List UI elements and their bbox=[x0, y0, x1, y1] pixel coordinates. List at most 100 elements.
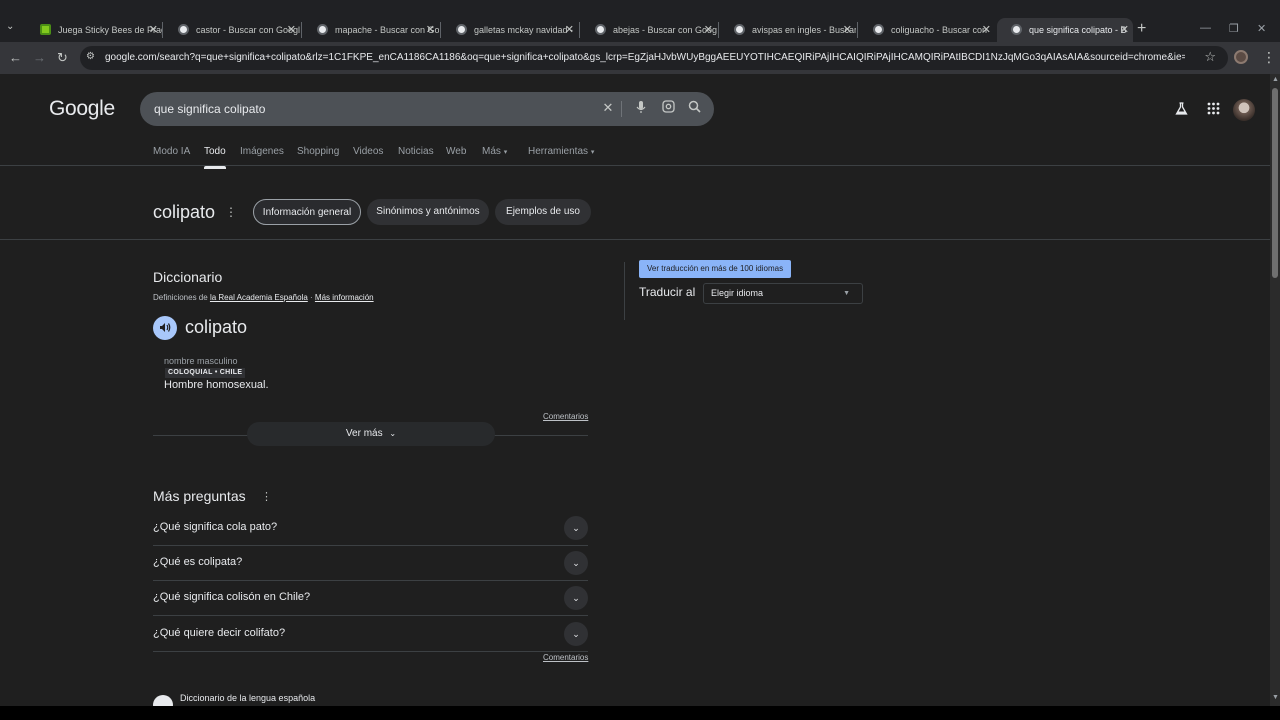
chip-ejemplos[interactable]: Ejemplos de uso bbox=[495, 199, 591, 225]
more-info-link[interactable]: Más información bbox=[315, 293, 374, 302]
apps-grid-icon[interactable] bbox=[1207, 102, 1220, 118]
browser-tab-active[interactable]: que significa colipato - B ✕ bbox=[997, 18, 1133, 42]
browser-tab[interactable]: coliguacho - Buscar con ✕ bbox=[859, 18, 995, 42]
google-favicon-icon bbox=[1011, 24, 1022, 35]
browser-tab[interactable]: avispas en ingles - Buscar ✕ bbox=[720, 18, 856, 42]
tab-noticias[interactable]: Noticias bbox=[398, 146, 434, 157]
dictionary-source: Definiciones de la Real Academia Español… bbox=[153, 293, 374, 302]
chevron-down-icon[interactable]: ⌄ bbox=[564, 622, 588, 646]
minimize-icon[interactable]: — bbox=[1200, 22, 1211, 34]
clear-icon[interactable]: ✕ bbox=[600, 100, 616, 116]
browser-toolbar: ← → ↻ ⚙ google.com/search?q=que+signific… bbox=[0, 42, 1280, 74]
reload-icon[interactable]: ↻ bbox=[57, 50, 68, 66]
close-tab-icon[interactable]: ✕ bbox=[565, 18, 574, 42]
tab-mas[interactable]: Más ▾ bbox=[482, 146, 507, 157]
browser-tab[interactable]: Juega Sticky Bees de Prag ✕ bbox=[26, 18, 162, 42]
paa-question[interactable]: ¿Qué quiere decir colifato? ⌄ bbox=[153, 617, 588, 652]
translate-badge[interactable]: Ver traducción en más de 100 idiomas bbox=[639, 260, 792, 278]
part-of-speech: nombre masculino bbox=[164, 356, 238, 366]
paa-options-icon[interactable]: ⋮ bbox=[261, 490, 272, 503]
google-logo[interactable]: Google bbox=[49, 97, 115, 121]
tab-videos[interactable]: Videos bbox=[353, 146, 383, 157]
account-avatar[interactable] bbox=[1233, 99, 1255, 121]
microphone-icon[interactable] bbox=[633, 100, 649, 117]
close-tab-icon[interactable]: ✕ bbox=[843, 18, 852, 42]
sticky-bees-favicon-icon bbox=[40, 24, 51, 35]
scroll-up-icon[interactable]: ▲ bbox=[1272, 76, 1279, 83]
close-tab-icon[interactable]: ✕ bbox=[149, 18, 158, 42]
search-box[interactable]: que significa colipato ✕ bbox=[140, 92, 714, 126]
close-tab-icon[interactable]: ✕ bbox=[287, 18, 296, 42]
tab-shopping[interactable]: Shopping bbox=[297, 146, 339, 157]
restore-icon[interactable]: ❐ bbox=[1229, 22, 1239, 35]
site-info-icon[interactable]: ⚙ bbox=[86, 51, 98, 63]
see-more-button[interactable]: Ver más ⌄ bbox=[247, 422, 495, 446]
scroll-down-icon[interactable]: ▼ bbox=[1272, 694, 1279, 701]
google-favicon-icon bbox=[595, 24, 606, 35]
close-tab-icon[interactable]: ✕ bbox=[1120, 18, 1129, 42]
chevron-down-icon[interactable]: ⌄ bbox=[564, 516, 588, 540]
tab-herramientas[interactable]: Herramientas ▾ bbox=[528, 146, 594, 157]
tab-search-icon[interactable]: ⌄ bbox=[6, 21, 20, 35]
lens-camera-icon[interactable] bbox=[660, 100, 676, 116]
result-source-title[interactable]: Diccionario de la lengua española bbox=[180, 693, 315, 703]
bookmark-star-icon[interactable]: ☆ bbox=[1204, 49, 1216, 65]
tab-imagenes[interactable]: Imágenes bbox=[240, 146, 284, 157]
back-icon[interactable]: ← bbox=[9, 50, 22, 65]
paa-question[interactable]: ¿Qué significa colisón en Chile? ⌄ bbox=[153, 581, 588, 616]
url-text[interactable]: google.com/search?q=que+significa+colipa… bbox=[105, 46, 1185, 70]
caret-down-icon: ▾ bbox=[590, 149, 595, 156]
google-favicon-icon bbox=[178, 24, 189, 35]
close-window-icon[interactable]: ✕ bbox=[1257, 22, 1266, 35]
browser-menu-icon[interactable]: ⋮ bbox=[1262, 49, 1276, 66]
separator-dot: · bbox=[310, 293, 313, 302]
more-options-icon[interactable]: ⋮ bbox=[225, 205, 237, 219]
tab-web[interactable]: Web bbox=[446, 146, 466, 157]
caret-down-icon: ▼ bbox=[843, 290, 850, 297]
tab-herramientas-label: Herramientas bbox=[528, 146, 589, 157]
dictionary-heading: Diccionario bbox=[153, 269, 223, 285]
language-select-value: Elegir idioma bbox=[711, 288, 764, 298]
close-tab-icon[interactable]: ✕ bbox=[704, 18, 713, 42]
dictionary-comments-link[interactable]: Comentarios bbox=[543, 412, 588, 421]
chevron-down-icon[interactable]: ⌄ bbox=[564, 586, 588, 610]
caret-down-icon: ▾ bbox=[503, 149, 508, 156]
browser-tab[interactable]: castor - Buscar con Googl ✕ bbox=[164, 18, 300, 42]
tab-title: mapache - Buscar con Go bbox=[335, 25, 439, 35]
tab-title: galletas mckay navidad - bbox=[474, 25, 574, 35]
paa-question[interactable]: ¿Qué significa cola pato? ⌄ bbox=[153, 511, 588, 546]
address-bar[interactable]: ⚙ google.com/search?q=que+significa+coli… bbox=[80, 46, 1228, 70]
close-tab-icon[interactable]: ✕ bbox=[982, 18, 991, 42]
rae-link[interactable]: la Real Academia Española bbox=[210, 293, 308, 302]
paa-comments-link[interactable]: Comentarios bbox=[543, 653, 588, 662]
search-divider bbox=[621, 101, 622, 117]
chip-informacion-general[interactable]: Información general bbox=[253, 199, 361, 225]
chevron-down-icon[interactable]: ⌄ bbox=[564, 551, 588, 575]
chips-divider bbox=[0, 239, 1270, 240]
search-icon[interactable] bbox=[686, 100, 702, 116]
speaker-icon[interactable] bbox=[153, 316, 177, 340]
new-tab-icon[interactable]: + bbox=[1137, 20, 1146, 38]
knowledge-panel-title: colipato bbox=[153, 202, 216, 222]
profile-avatar-icon[interactable] bbox=[1234, 50, 1248, 64]
browser-tab[interactable]: galletas mckay navidad - ✕ bbox=[442, 18, 578, 42]
scrollbar-thumb[interactable] bbox=[1272, 88, 1278, 278]
paa-question[interactable]: ¿Qué es colipata? ⌄ bbox=[153, 546, 588, 581]
see-more-label: Ver más bbox=[345, 428, 383, 439]
browser-tab[interactable]: abejas - Buscar con Goog ✕ bbox=[581, 18, 717, 42]
chip-sinonimos[interactable]: Sinónimos y antónimos bbox=[367, 199, 489, 225]
google-favicon-icon bbox=[317, 24, 328, 35]
browser-tabstrip: ⌄ Juega Sticky Bees de Prag ✕ castor - B… bbox=[0, 0, 1280, 42]
tab-title: abejas - Buscar con Goog bbox=[613, 25, 717, 35]
forward-icon[interactable]: → bbox=[33, 50, 46, 65]
tab-todo[interactable]: Todo bbox=[204, 146, 226, 169]
source-prefix: Definiciones de bbox=[153, 293, 208, 302]
browser-tab[interactable]: mapache - Buscar con Go ✕ bbox=[303, 18, 439, 42]
close-tab-icon[interactable]: ✕ bbox=[426, 18, 435, 42]
labs-flask-icon[interactable] bbox=[1175, 102, 1188, 118]
language-select[interactable]: Elegir idioma ▼ bbox=[703, 283, 863, 304]
search-input[interactable]: que significa colipato bbox=[154, 92, 265, 126]
google-favicon-icon bbox=[456, 24, 467, 35]
tab-modo-ia[interactable]: Modo IA bbox=[153, 146, 190, 157]
page-scrollbar[interactable]: ▲ ▼ bbox=[1270, 74, 1280, 706]
